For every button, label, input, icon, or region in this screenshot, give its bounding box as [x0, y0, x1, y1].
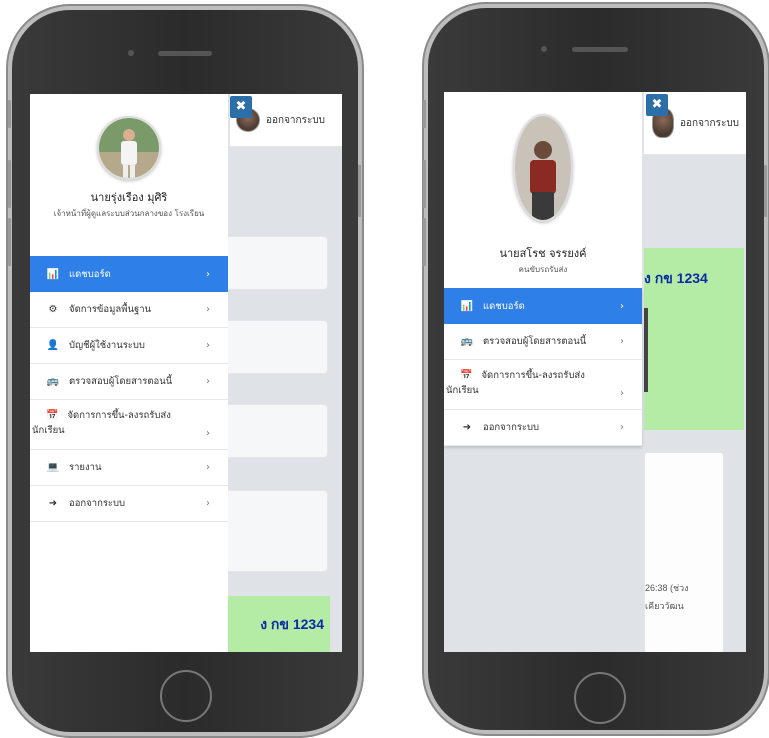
menu-item-sign-out[interactable]: ➜ ออกจากระบบ ›: [444, 410, 642, 446]
side-drawer: นายสโรช จรรยงค์ คนขับรถรับส่ง 📊 แดชบอร์ด ›…: [444, 92, 642, 652]
trip-detail: เคียววัฒน: [645, 601, 684, 611]
close-drawer-button[interactable]: ✖: [646, 94, 668, 116]
chevron-right-icon: ›: [620, 388, 624, 399]
chevron-right-icon: ›: [206, 376, 210, 387]
speaker-grille: [158, 51, 212, 56]
speaker-grille: [572, 47, 628, 52]
profile-role: คนขับรถรับส่ง: [518, 265, 568, 274]
menu-item-label: ตรวจสอบผู้โดยสารตอนนี้: [483, 336, 587, 347]
menu-item-calendar[interactable]: 📅 จัดการการขึ้น-ลงรถรับส่ง นักเรียน ›: [444, 360, 642, 410]
profile-name: นายรุ่งเรือง มุศิริ: [90, 191, 168, 204]
menu-item-label: ตรวจสอบผู้โดยสารตอนนี้: [69, 376, 173, 387]
users-check-icon: 🚌: [46, 376, 60, 387]
nav-menu: 📊 แดชบอร์ด › 🚌 ตรวจสอบผู้โดยสารตอนนี้ › 📅 จัดกา…: [444, 288, 642, 446]
chevron-right-icon: ›: [206, 304, 210, 315]
profile-avatar: [513, 114, 573, 222]
menu-item-users-check[interactable]: 🚌 ตรวจสอบผู้โดยสารตอนนี้ ›: [444, 324, 642, 360]
menu-item-label: นักเรียน: [32, 425, 65, 436]
vehicle-photo: [644, 308, 648, 392]
user-icon: 👤: [46, 340, 60, 351]
front-camera: [128, 50, 134, 56]
profile-role: เจ้าหน้าที่ผู้ดูแลระบบส่วนกลางของ โรงเรี…: [53, 209, 205, 218]
profile-panel: นายรุ่งเรือง มุศิริ เจ้าหน้าที่ผู้ดูแลระ…: [30, 94, 228, 256]
menu-item-laptop[interactable]: 💻 รายงาน ›: [30, 450, 228, 486]
menu-item-label: บัญชีผู้ใช้งานระบบ: [69, 340, 145, 351]
screen-left: ออกจากระบบ ง กข 1234 นายรุ่งเรือง มุศิริ…: [30, 94, 342, 652]
content-card: [218, 320, 328, 374]
chevron-right-icon: ›: [206, 268, 210, 280]
chevron-right-icon: ›: [206, 340, 210, 351]
content-card: [218, 404, 328, 458]
power-button: [764, 165, 767, 217]
menu-item-label: จัดการการขึ้น-ลงรถรับส่ง: [481, 370, 585, 381]
users-check-icon: 🚌: [460, 336, 474, 347]
menu-item-label: จัดการข้อมูลพื้นฐาน: [69, 304, 152, 315]
menu-item-user[interactable]: 👤 บัญชีผู้ใช้งานระบบ ›: [30, 328, 228, 364]
menu-item-cogs[interactable]: ⚙ จัดการข้อมูลพื้นฐาน ›: [30, 292, 228, 328]
profile-avatar: [97, 116, 161, 180]
side-drawer: นายรุ่งเรือง มุศิริ เจ้าหน้าที่ผู้ดูแลระ…: [30, 94, 228, 652]
menu-item-label: ออกจากระบบ: [69, 498, 126, 509]
vehicle-plate: ง กข 1234: [260, 616, 324, 632]
profile-panel: นายสโรช จรรยงค์ คนขับรถรับส่ง: [444, 92, 642, 288]
chart-bar-icon: 📊: [46, 268, 60, 280]
sign-out-icon: ➜: [462, 422, 472, 433]
close-icon: ✖: [235, 99, 247, 114]
front-camera: [541, 46, 547, 52]
chevron-right-icon: ›: [620, 300, 624, 312]
laptop-icon: 💻: [46, 462, 60, 473]
home-button[interactable]: [574, 672, 626, 724]
menu-item-label: รายงาน: [69, 462, 102, 473]
volume-button: [8, 218, 11, 266]
menu-item-label: แดชบอร์ด: [483, 300, 525, 312]
volume-button: [8, 100, 11, 128]
vehicle-plate: ง กข 1234: [644, 270, 708, 286]
close-drawer-button[interactable]: ✖: [230, 96, 252, 118]
menu-item-label: ออกจากระบบ: [483, 422, 540, 433]
nav-menu: 📊 แดชบอร์ด › ⚙ จัดการข้อมูลพื้นฐาน › 👤 บัญชีผู้…: [30, 256, 228, 522]
chevron-right-icon: ›: [206, 498, 210, 509]
content-card: 26:38 (ช่วง เคียววัฒน: [644, 452, 724, 652]
sign-out-icon: ➜: [48, 498, 58, 509]
volume-button: [423, 100, 426, 128]
screen-right: ออกจากระบบ ง กข 1234 26:38 (ช่วง เคียววั…: [444, 92, 746, 652]
menu-item-calendar[interactable]: 📅 จัดการการขึ้น-ลงรถรับส่ง นักเรียน ›: [30, 400, 228, 450]
close-icon: ✖: [651, 97, 663, 112]
power-button: [358, 165, 361, 217]
trip-time: 26:38 (ช่วง: [645, 583, 689, 593]
chevron-right-icon: ›: [620, 422, 624, 433]
menu-item-chart-bar[interactable]: 📊 แดชบอร์ด ›: [30, 256, 228, 292]
menu-item-label: แดชบอร์ด: [69, 268, 111, 280]
calendar-icon: 📅: [46, 410, 59, 421]
profile-name: นายสโรช จรรยงค์: [499, 247, 587, 260]
chevron-right-icon: ›: [206, 462, 210, 473]
home-button[interactable]: [160, 670, 212, 722]
menu-item-sign-out[interactable]: ➜ ออกจากระบบ ›: [30, 486, 228, 522]
logout-link[interactable]: ออกจากระบบ: [680, 116, 739, 131]
calendar-icon: 📅: [460, 370, 473, 381]
volume-button: [423, 160, 426, 208]
menu-item-users-check[interactable]: 🚌 ตรวจสอบผู้โดยสารตอนนี้ ›: [30, 364, 228, 400]
vehicle-plate-card: ง กข 1234: [218, 596, 330, 652]
cogs-icon: ⚙: [48, 304, 58, 315]
volume-button: [8, 160, 11, 208]
menu-item-label: นักเรียน: [446, 385, 479, 396]
volume-button: [423, 218, 426, 266]
vehicle-plate-card: ง กข 1234: [644, 248, 744, 430]
logout-link[interactable]: ออกจากระบบ: [266, 113, 325, 128]
chevron-right-icon: ›: [620, 336, 624, 347]
content-card: [218, 490, 328, 572]
chart-bar-icon: 📊: [460, 300, 474, 312]
menu-item-label: จัดการการขึ้น-ลงรถรับส่ง: [67, 410, 171, 421]
chevron-right-icon: ›: [206, 428, 210, 439]
content-card: [218, 236, 328, 290]
menu-item-chart-bar[interactable]: 📊 แดชบอร์ด ›: [444, 288, 642, 324]
